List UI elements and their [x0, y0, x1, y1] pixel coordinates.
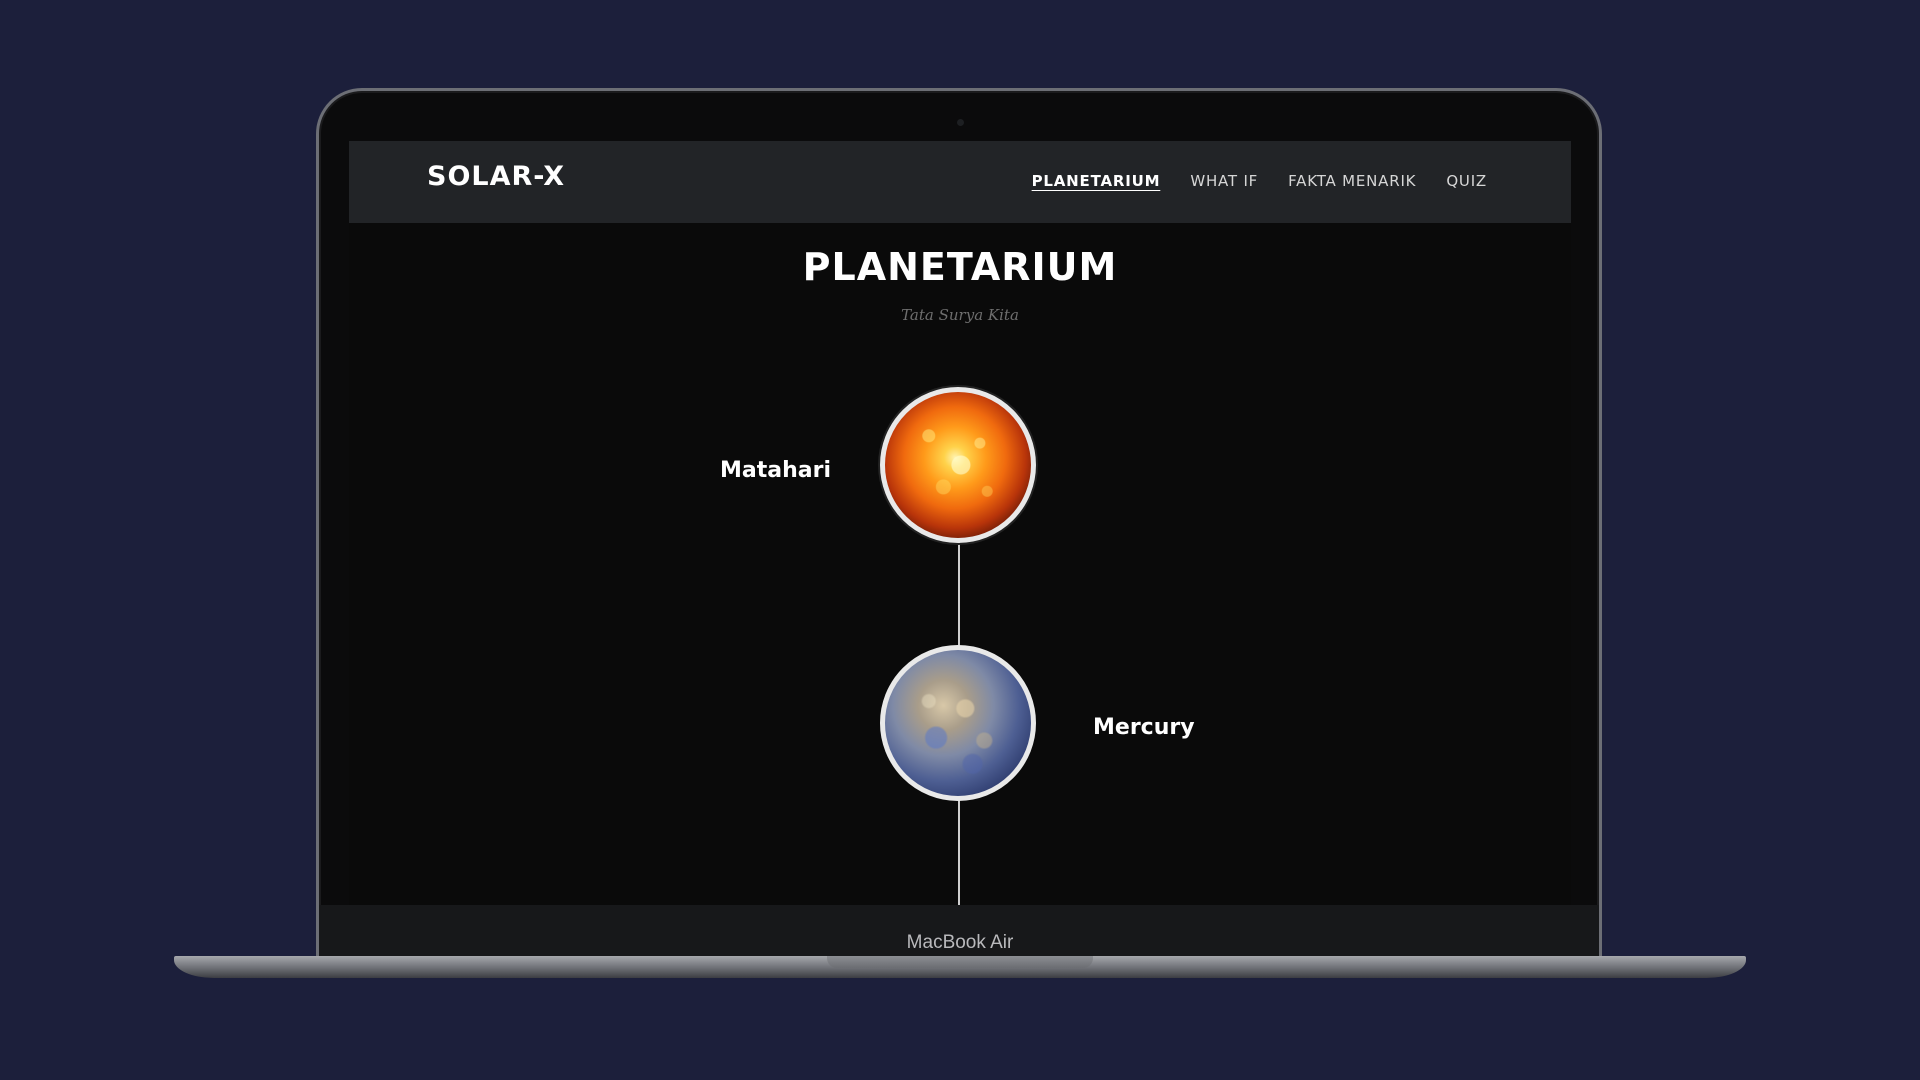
brand-logo[interactable]: SOLAR-X [427, 161, 565, 192]
planet-label-matahari: Matahari [720, 458, 831, 483]
device-model-label: MacBook Air [906, 932, 1014, 953]
camera-icon [957, 119, 964, 126]
nav-planetarium[interactable]: PLANETARIUM [1032, 172, 1161, 190]
main-nav: PLANETARIUM WHAT IF FAKTA MENARIK QUIZ [1032, 172, 1487, 190]
sun-texture [885, 392, 1031, 538]
mercury-texture [885, 650, 1031, 796]
page-subtitle: Tata Surya Kita [901, 306, 1019, 324]
orbit-connector [958, 541, 960, 647]
sun-image[interactable] [880, 387, 1036, 543]
mockup-stage: SOLAR-X PLANETARIUM WHAT IF FAKTA MENARI… [0, 0, 1920, 1080]
nav-fakta-menarik[interactable]: FAKTA MENARIK [1288, 172, 1416, 190]
page-title: PLANETARIUM [802, 245, 1118, 289]
orbit-connector [958, 799, 960, 905]
laptop-base-notch [827, 956, 1093, 968]
mercury-image[interactable] [880, 645, 1036, 801]
navbar: SOLAR-X PLANETARIUM WHAT IF FAKTA MENARI… [349, 141, 1571, 223]
planet-label-mercury: Mercury [1093, 715, 1195, 740]
laptop-screen: SOLAR-X PLANETARIUM WHAT IF FAKTA MENARI… [349, 141, 1571, 905]
nav-quiz[interactable]: QUIZ [1446, 172, 1487, 190]
nav-what-if[interactable]: WHAT IF [1190, 172, 1258, 190]
